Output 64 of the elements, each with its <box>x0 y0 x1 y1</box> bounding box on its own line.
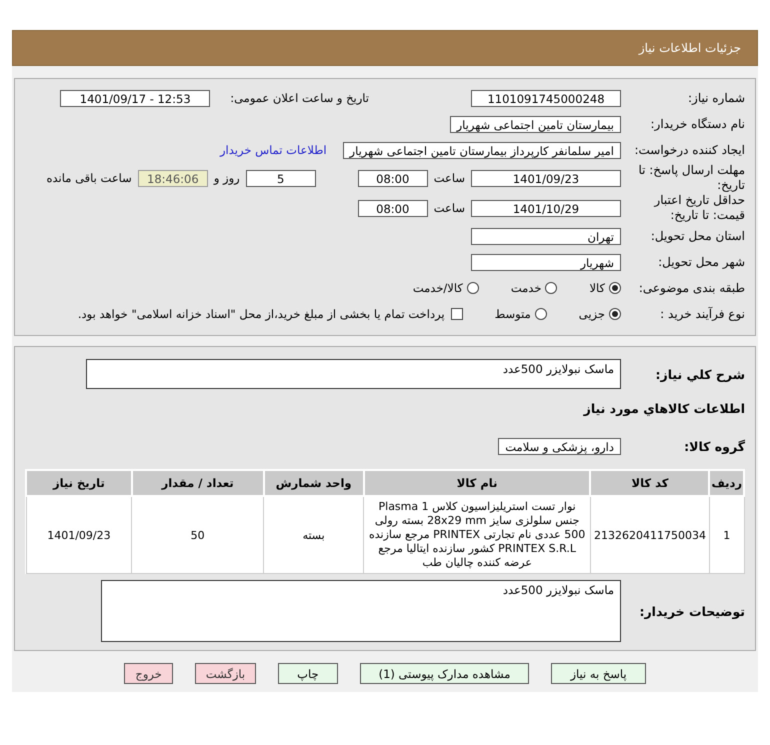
radio-label: خدمت <box>510 281 542 295</box>
radio-button[interactable] <box>545 282 558 294</box>
payment-label: پرداخت تمام یا بخشی از مبلغ خرید،از محل "اسناد خزانه اسلامی" خواهد بود. <box>78 307 445 321</box>
remaining-time-field: 18:46:06 <box>138 170 208 186</box>
field-label: توضیحات خریدار: <box>638 604 745 618</box>
action-button[interactable]: پاسخ به نیاز <box>551 663 646 684</box>
action-button[interactable]: خروج <box>124 663 173 684</box>
field-label: ایجاد کننده درخواست: <box>633 143 745 157</box>
section-title: اطلاعات کالاهاي مورد نياز <box>584 400 745 416</box>
deadline-date-field: 1401/09/23 <box>471 170 621 186</box>
field-label: حداقل تاریخ اعتبار قیمت: تا تاریخ: <box>652 193 745 223</box>
table-cell: بسته <box>264 496 364 574</box>
radio-button[interactable] <box>466 282 479 294</box>
field-label: تاریخ و ساعت اعلان عمومی: <box>230 91 369 105</box>
days-label: روز و <box>214 171 240 185</box>
radio-label: کالا <box>589 281 605 295</box>
time-label: ساعت <box>434 201 465 215</box>
field-label: شماره نیاز: <box>687 91 745 105</box>
column-header: ردیف <box>709 470 744 496</box>
column-header: واحد شمارش <box>264 470 364 496</box>
column-header: نام کالا <box>364 470 590 496</box>
action-button[interactable]: بازگشت <box>194 663 256 684</box>
city-field: شهریار <box>471 254 621 270</box>
radio-label: جزیی <box>578 307 605 321</box>
payment-checkbox[interactable] <box>450 308 463 320</box>
field-label: طبقه بندی موضوعی: <box>638 281 745 295</box>
page-title: جزئیات اطلاعات نیاز <box>638 41 741 55</box>
action-button[interactable]: چاپ <box>278 663 338 684</box>
field-label: نوع فرآیند خرید : <box>659 307 745 321</box>
field-label: شهر محل تحویل: <box>657 255 745 269</box>
radio-button[interactable] <box>609 308 621 320</box>
validity-date-field: 1401/10/29 <box>471 200 621 216</box>
radio-label: کالا/خدمت <box>412 281 463 295</box>
field-label: نام دستگاه خریدار: <box>650 117 745 131</box>
summary-field: ماسک نبولایزر 500عدد <box>86 359 621 389</box>
validity-time-field: 08:00 <box>358 200 428 216</box>
table-cell: 1401/09/23 <box>26 496 132 574</box>
buyer-org-field: بیمارستان تامین اجتماعی شهریار <box>450 116 621 132</box>
table-cell: 2132620411750034 <box>590 496 710 574</box>
action-button[interactable]: مشاهده مدارک پیوستی (1) <box>360 663 530 684</box>
province-field: تهران <box>471 228 621 244</box>
column-header: کد کالا <box>590 470 710 496</box>
column-header: تاریخ نیاز <box>26 470 132 496</box>
radio-button[interactable] <box>609 282 621 294</box>
need-number-field: 1101091745000248 <box>471 90 621 106</box>
radio-button[interactable] <box>534 308 547 320</box>
goods-group-field: دارو، پزشکی و سلامت <box>498 438 621 454</box>
buyer-contact-link[interactable]: اطلاعات تماس خریدار <box>220 143 327 157</box>
field-label: مهلت ارسال پاسخ: تا تاریخ: <box>637 163 745 193</box>
table-cell: 1 <box>709 496 744 574</box>
requester-field: امیر سلمانفر کارپرداز بیمارستان تامین اجتماعی شهریار <box>342 142 621 158</box>
table-cell: 50 <box>132 496 264 574</box>
deadline-time-field: 08:00 <box>358 170 428 186</box>
column-header: تعداد / مقدار <box>132 470 264 496</box>
radio-label: متوسط <box>494 307 531 321</box>
time-label: ساعت <box>434 171 465 185</box>
field-label: گروه کالا: <box>683 438 745 454</box>
days-field: 5 <box>246 170 316 186</box>
table-cell: نوار تست استریلیزاسیون کلاس Plasma 1 جنس سلولزی سایز 28x29 mm بسته رولی 500 عددی نام تجارتی PRINTEX مرجع سازنده PRINTEX S.R.L کشور سازنده ایتالیا مرجع عرضه کننده چالیان طب <box>364 496 590 574</box>
field-label: استان محل تحویل: <box>650 229 745 243</box>
field-label: شرح کلي نياز: <box>654 366 745 382</box>
remaining-label: ساعت باقی مانده <box>46 171 132 185</box>
buyer-notes-field: ماسک نبولایزر 500عدد <box>101 580 621 642</box>
announce-date-field: 1401/09/17 - 12:53 <box>60 90 210 106</box>
